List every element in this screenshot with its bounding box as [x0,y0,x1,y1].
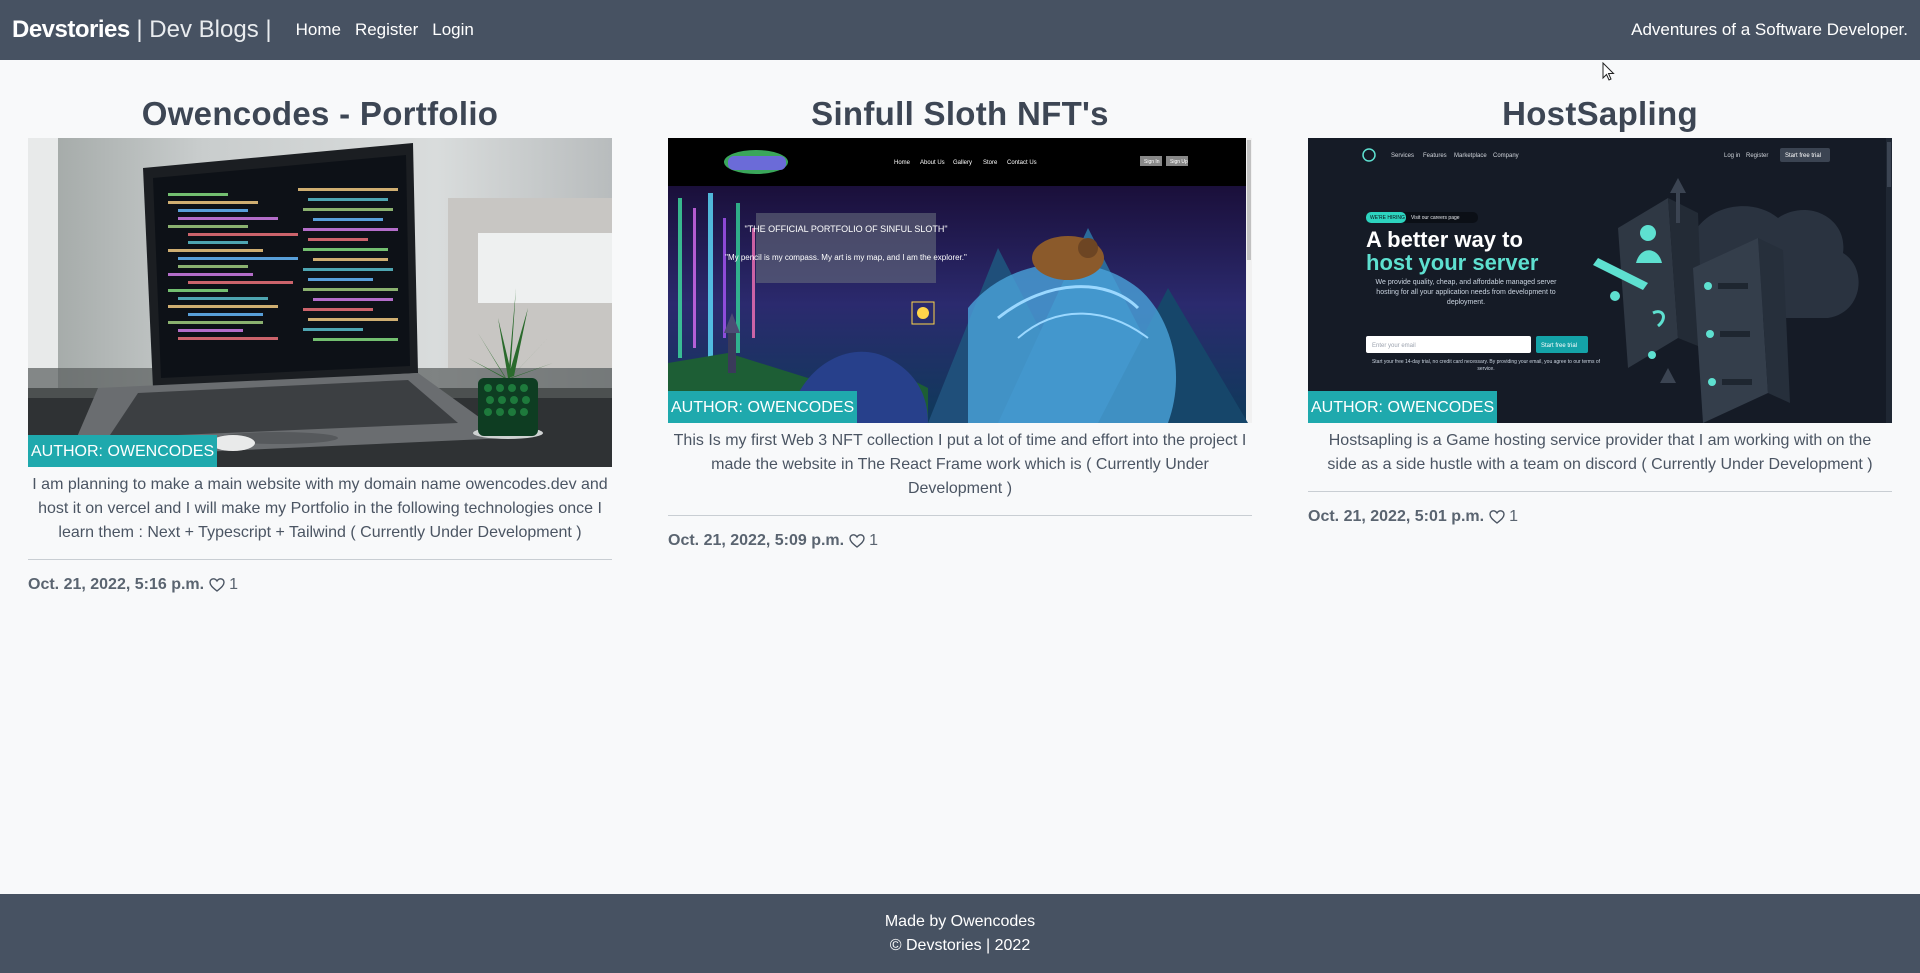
sloth-site-screenshot: Home About Us Gallery Store Contact Us S… [668,138,1252,423]
post-image[interactable]: Services Features Marketplace Company Lo… [1308,138,1892,423]
host-fine-print: Start your free 14-day trial, no credit … [1371,359,1601,372]
host-trial-button: Start free trial [1785,153,1821,159]
post-description: Hostsapling is a Game hosting service pr… [1327,432,1873,473]
post-card[interactable]: Sinfull Sloth NFT's Home About Us Galler… [668,60,1252,550]
footer-credit: Made by Owencodes [884,913,1036,930]
nav-link-login[interactable]: Login [432,20,474,40]
nav-link-register[interactable]: Register [355,20,418,40]
sloth-signup: Sign Up [1170,159,1188,165]
sloth-quote: "My pencil is my compass. My art is my m… [725,253,967,262]
sloth-nav-about: About Us [920,160,945,166]
post-meta: Oct. 21, 2022, 5:09 p.m. 1 [668,532,1252,550]
nav-links: Home Register Login [296,20,488,40]
author-badge[interactable]: AUTHOR: OWENCODES [28,435,218,467]
host-headline-1: A better way to [1366,227,1523,252]
post-date: Oct. 21, 2022, 5:01 p.m. [1308,508,1485,525]
brand-subtitle: | Dev Blogs | [129,16,272,43]
post-date: Oct. 21, 2022, 5:09 p.m. [668,532,845,549]
sloth-nav-home: Home [894,160,911,166]
brand-name[interactable]: Devstories [12,16,130,43]
host-pill-tag: WE'RE HIRING [1370,215,1405,221]
brand[interactable]: Devstories | Dev Blogs | [12,16,272,44]
footer: Made by Owencodes © Devstories | 2022 [0,894,1920,973]
host-email-input: Enter your email [1372,343,1416,349]
sloth-nav-contact: Contact Us [1007,160,1037,166]
host-login: Log in [1724,153,1740,159]
host-nav-company: Company [1493,153,1519,159]
tagline: Adventures of a Software Developer. [1631,20,1908,39]
like-count: 1 [1509,508,1518,525]
post-title[interactable]: Owencodes - Portfolio [28,92,612,136]
post-description: I am planning to make a main website wit… [32,476,608,541]
post-image[interactable]: Home About Us Gallery Store Contact Us S… [668,138,1252,423]
post-title[interactable]: Sinfull Sloth NFT's [668,92,1252,136]
post-title[interactable]: HostSapling [1308,92,1892,136]
divider [28,559,612,560]
post-meta: Oct. 21, 2022, 5:16 p.m. 1 [28,576,612,594]
author-badge[interactable]: AUTHOR: OWENCODES [1308,391,1498,423]
host-cta-button: Start free trial [1541,343,1577,349]
post-card[interactable]: HostSapling Services Features Marketplac… [1308,60,1892,526]
sloth-heading: "THE OFFICIAL PORTFOLIO OF SINFUL SLOTH" [744,224,947,234]
heart-icon[interactable] [1489,509,1505,525]
heart-icon[interactable] [209,577,225,593]
post-image[interactable]: AUTHOR: OWENCODES [28,138,612,467]
sloth-signin: Sign In [1144,159,1160,165]
host-register: Register [1746,153,1768,159]
host-nav-features: Features [1423,153,1447,159]
nav-link-home[interactable]: Home [296,20,341,40]
post-description: This Is my first Web 3 NFT collection I … [673,432,1247,497]
author-badge[interactable]: AUTHOR: OWENCODES [668,391,858,423]
host-headline-2: host your server [1366,250,1539,275]
navbar: Devstories | Dev Blogs | Home Register L… [0,0,1920,60]
post-date: Oct. 21, 2022, 5:16 p.m. [28,576,205,593]
post-card[interactable]: Owencodes - Portfolio AUTHOR: OWENCODES … [28,60,612,594]
like-count: 1 [229,576,238,593]
sloth-nav-gallery: Gallery [953,160,972,166]
host-pill-text: Visit our careers page [1411,215,1460,221]
sloth-nav-store: Store [983,160,998,166]
divider [1308,491,1892,492]
heart-icon[interactable] [849,533,865,549]
host-nav-marketplace: Marketplace [1454,153,1487,159]
laptop-photo [28,138,612,467]
host-nav-services: Services [1391,153,1414,159]
post-meta: Oct. 21, 2022, 5:01 p.m. 1 [1308,508,1892,526]
divider [668,515,1252,516]
footer-copyright: © Devstories | 2022 [889,937,1031,954]
hostsapling-site-screenshot: Services Features Marketplace Company Lo… [1308,138,1892,423]
host-body: We provide quality, cheap, and affordabl… [1375,279,1557,306]
like-count: 1 [869,532,878,549]
